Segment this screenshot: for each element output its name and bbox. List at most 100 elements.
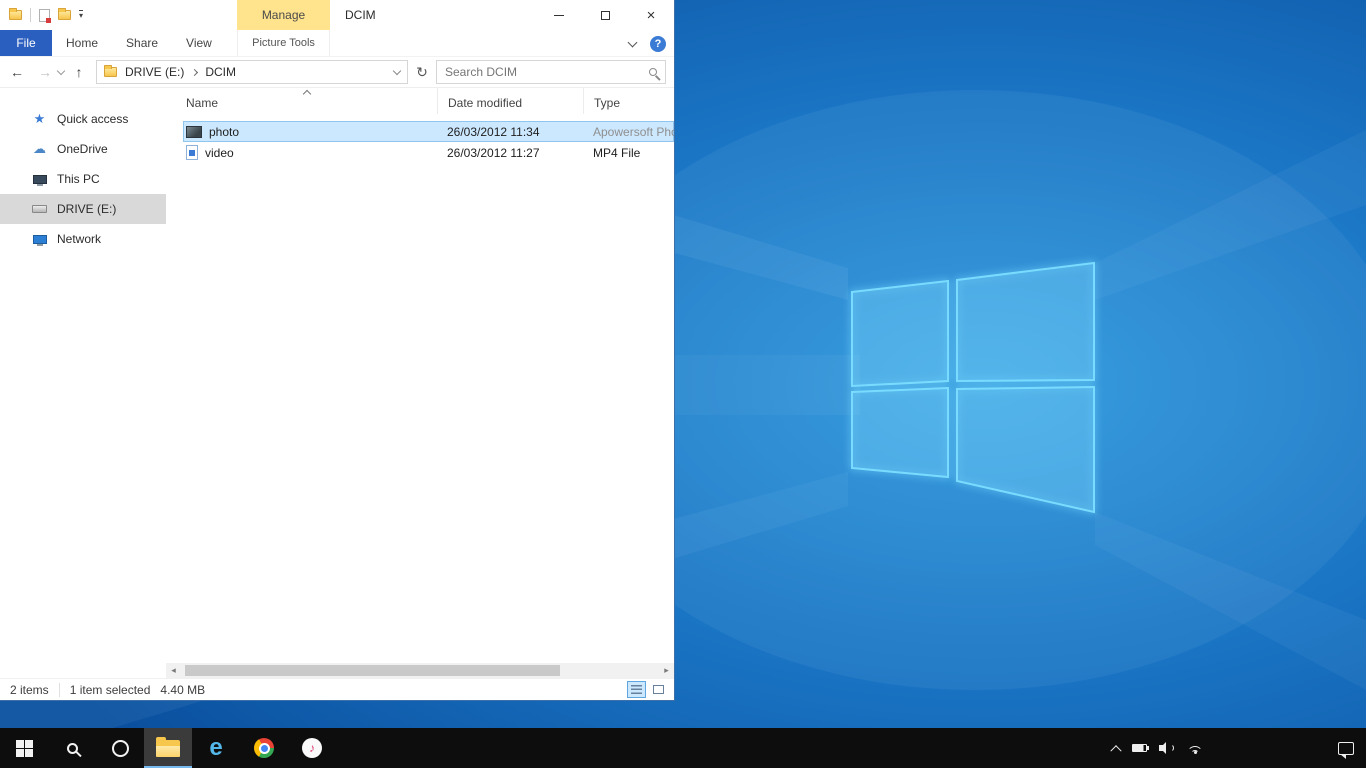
ribbon-tab-row: File Home Share View Picture Tools ? — [0, 30, 674, 57]
desktop: ▾ Manage DCIM × File Home Share View Pic… — [0, 0, 1366, 768]
refresh-icon[interactable]: ↻ — [414, 64, 430, 81]
battery-icon[interactable] — [1132, 744, 1147, 752]
wifi-icon[interactable] — [1186, 742, 1204, 754]
show-hidden-icons-chevron-icon[interactable] — [1110, 745, 1121, 756]
tab-view[interactable]: View — [172, 30, 226, 56]
customize-qat-chevron-icon[interactable]: ▾ — [79, 10, 83, 20]
navigation-pane: ★ Quick access ☁ OneDrive This PC DRIVE … — [0, 88, 166, 663]
sidebar-item-label: OneDrive — [57, 142, 108, 156]
breadcrumb-chevron-icon — [191, 68, 198, 75]
scroll-left-arrow-icon[interactable]: ◂ — [166, 663, 181, 678]
speaker-icon[interactable] — [1159, 742, 1174, 754]
tab-file[interactable]: File — [0, 30, 52, 56]
file-date-modified: 26/03/2012 11:27 — [437, 146, 583, 160]
large-icons-view-button[interactable] — [649, 681, 668, 698]
details-view-icon — [631, 685, 642, 694]
expand-ribbon-chevron-icon[interactable] — [628, 37, 638, 47]
ribbon-right-controls: ? — [629, 30, 666, 57]
this-pc-monitor-icon — [33, 175, 47, 184]
file-type: Apowersoft Pho — [583, 125, 674, 139]
system-tray — [1112, 728, 1204, 768]
window-controls: × — [536, 0, 674, 30]
cortana-button[interactable] — [96, 728, 144, 768]
minimize-icon — [554, 15, 564, 16]
hard-drive-icon — [32, 205, 47, 213]
manage-contextual-tab[interactable]: Manage — [237, 0, 330, 30]
large-icons-view-icon — [653, 685, 664, 694]
maximize-icon — [601, 11, 610, 20]
file-explorer-taskbar-button[interactable] — [144, 728, 192, 768]
file-row-photo[interactable]: photo 26/03/2012 11:34 Apowersoft Pho — [183, 121, 674, 142]
up-button[interactable]: ↑ — [68, 64, 90, 80]
quick-access-star-icon: ★ — [34, 111, 46, 127]
network-icon — [33, 235, 47, 244]
tab-picture-tools[interactable]: Picture Tools — [237, 30, 330, 56]
file-explorer-window: ▾ Manage DCIM × File Home Share View Pic… — [0, 0, 675, 701]
sidebar-item-drive-e[interactable]: DRIVE (E:) — [0, 194, 166, 224]
item-count: 2 items — [10, 683, 49, 697]
search-box — [436, 60, 666, 84]
sidebar-item-this-pc[interactable]: This PC — [0, 164, 166, 194]
tab-home[interactable]: Home — [52, 30, 112, 56]
chrome-taskbar-button[interactable] — [240, 728, 288, 768]
cortana-circle-icon — [112, 740, 129, 757]
minimize-button[interactable] — [536, 0, 582, 30]
sidebar-item-label: DRIVE (E:) — [57, 202, 116, 216]
scrollbar-thumb[interactable] — [185, 665, 560, 676]
video-file-icon — [186, 145, 198, 160]
internet-explorer-icon: e — [209, 736, 222, 760]
onedrive-cloud-icon: ☁ — [33, 141, 46, 157]
new-folder-icon[interactable] — [58, 10, 71, 20]
address-bar-row: ← → ↑ DRIVE (E:) DCIM ↻ — [0, 57, 674, 88]
file-list: Name Date modified Type photo 26/03/2012… — [166, 88, 674, 663]
breadcrumb-drive[interactable]: DRIVE (E:) — [125, 65, 184, 79]
sidebar-item-onedrive[interactable]: ☁ OneDrive — [0, 134, 166, 164]
file-name: photo — [209, 125, 239, 139]
search-icon[interactable] — [649, 68, 657, 76]
details-view-button[interactable] — [627, 681, 646, 698]
status-separator — [59, 683, 60, 697]
recent-locations-chevron-icon[interactable] — [57, 66, 65, 74]
view-toggle-buttons — [627, 681, 668, 698]
properties-icon[interactable] — [39, 9, 50, 22]
internet-explorer-taskbar-button[interactable]: e — [192, 728, 240, 768]
file-type: MP4 File — [583, 146, 674, 160]
window-title: DCIM — [345, 0, 376, 30]
titlebar[interactable]: ▾ Manage DCIM × — [0, 0, 674, 30]
help-icon[interactable]: ? — [650, 36, 666, 52]
file-explorer-icon — [156, 740, 180, 757]
maximize-button[interactable] — [582, 0, 628, 30]
qat-separator — [30, 8, 31, 22]
address-dropdown-chevron-icon[interactable] — [393, 66, 401, 74]
horizontal-scrollbar[interactable]: ◂ ▸ — [166, 663, 674, 678]
scroll-right-arrow-icon[interactable]: ▸ — [659, 663, 674, 678]
file-row-video[interactable]: video 26/03/2012 11:27 MP4 File — [183, 142, 674, 163]
taskbar-search-button[interactable] — [48, 728, 96, 768]
selection-size: 4.40 MB — [160, 683, 205, 697]
address-bar[interactable]: DRIVE (E:) DCIM — [96, 60, 408, 84]
file-rows: photo 26/03/2012 11:34 Apowersoft Pho vi… — [183, 121, 674, 163]
sidebar-item-label: Network — [57, 232, 101, 246]
search-input[interactable] — [445, 65, 649, 79]
action-center-button[interactable] — [1338, 728, 1354, 768]
taskbar-search-icon — [67, 743, 78, 754]
back-button[interactable]: ← — [6, 64, 28, 80]
breadcrumb-folder[interactable]: DCIM — [205, 65, 236, 79]
start-button[interactable] — [0, 728, 48, 768]
explorer-body: ★ Quick access ☁ OneDrive This PC DRIVE … — [0, 88, 674, 663]
close-button[interactable]: × — [628, 0, 674, 30]
column-header-type[interactable]: Type — [583, 88, 674, 114]
tab-share[interactable]: Share — [112, 30, 172, 56]
forward-button[interactable]: → — [34, 64, 56, 80]
column-header-date-modified[interactable]: Date modified — [437, 88, 583, 114]
itunes-icon: ♪ — [302, 738, 322, 758]
file-name: video — [205, 146, 234, 160]
itunes-taskbar-button[interactable]: ♪ — [288, 728, 336, 768]
photo-thumbnail-icon — [186, 126, 202, 138]
selection-count: 1 item selected — [70, 683, 151, 697]
sidebar-item-quick-access[interactable]: ★ Quick access — [0, 104, 166, 134]
sidebar-item-network[interactable]: Network — [0, 224, 166, 254]
windows-logo-icon — [16, 740, 33, 757]
chrome-icon — [254, 738, 274, 758]
system-folder-icon[interactable] — [9, 10, 22, 20]
